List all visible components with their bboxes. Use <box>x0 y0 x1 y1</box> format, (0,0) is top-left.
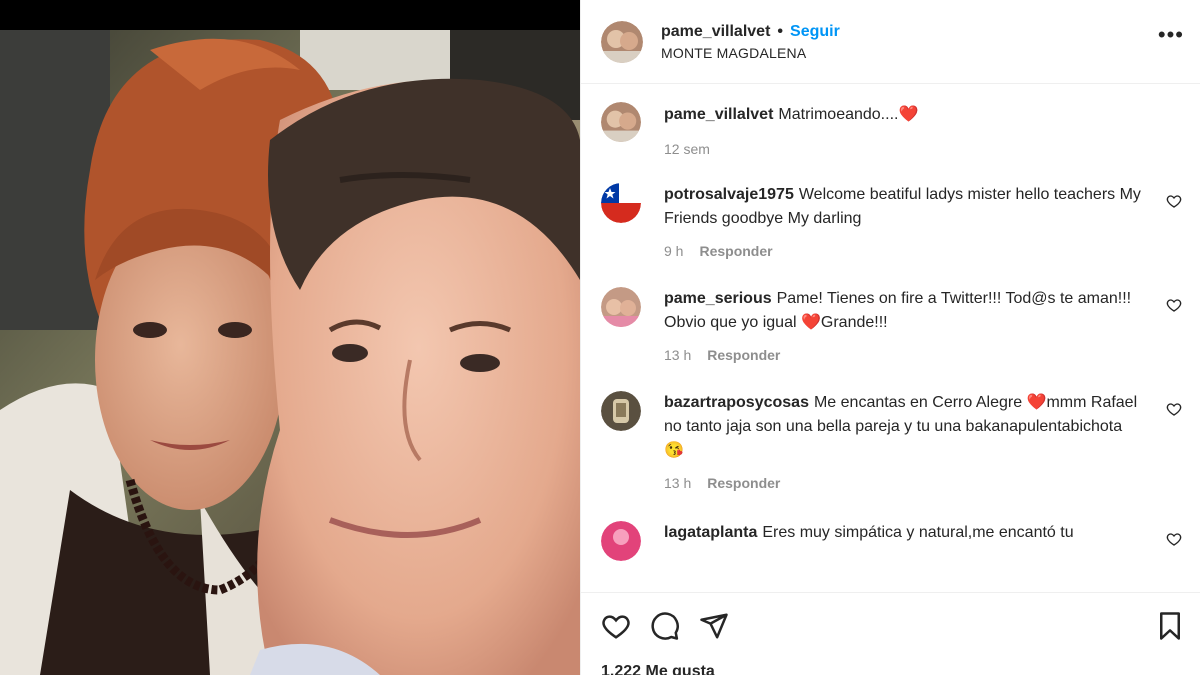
chile-flag-avatar-icon <box>601 183 641 223</box>
post-side-panel: pame_villalvet • Seguir MONTE MAGDALENA … <box>580 0 1200 675</box>
selfie-couple-illustration <box>0 30 580 675</box>
reply-button[interactable]: Responder <box>699 243 772 259</box>
post-location[interactable]: MONTE MAGDALENA <box>661 45 840 61</box>
like-comment-heart-icon[interactable] <box>1166 193 1182 214</box>
comment-text: Eres muy simpática y natural,me encantó … <box>762 524 1074 541</box>
heart-icon[interactable] <box>601 611 631 641</box>
more-options-icon[interactable]: ••• <box>1158 24 1184 46</box>
author-avatar[interactable] <box>601 20 643 63</box>
caption-text: Matrimoeando....❤️ <box>778 106 919 123</box>
commenter-avatar[interactable] <box>601 521 641 561</box>
bookmark-icon[interactable] <box>1157 611 1183 641</box>
comment-item: pame_serious Pame! Tienes on fire a Twitt… <box>601 287 1182 363</box>
send-icon[interactable] <box>699 611 729 641</box>
reply-button[interactable]: Responder <box>707 475 780 491</box>
comment-time[interactable]: 13 h <box>664 347 691 363</box>
caption-username[interactable]: pame_villalvet <box>664 106 773 123</box>
commenter-avatar[interactable] <box>601 287 641 327</box>
like-comment-heart-icon[interactable] <box>1166 531 1182 552</box>
instagram-post: pame_villalvet • Seguir MONTE MAGDALENA … <box>0 0 1200 675</box>
follow-button[interactable]: Seguir <box>790 23 840 41</box>
comment-username[interactable]: bazartraposycosas <box>664 394 809 411</box>
comment-item: lagataplanta Eres muy simpática y natural… <box>601 521 1182 561</box>
separator-dot: • <box>777 22 784 40</box>
comments-list[interactable]: pame_villalvet Matrimoeando....❤️ 12 sem <box>581 84 1200 592</box>
author-avatar[interactable] <box>601 102 641 142</box>
post-actions: 1.222 Me gusta <box>581 592 1200 675</box>
post-header: pame_villalvet • Seguir MONTE MAGDALENA … <box>581 0 1200 84</box>
post-photo[interactable] <box>0 0 580 675</box>
comment-item: potrosalvaje1975 Welcome beatiful ladys m… <box>601 183 1182 259</box>
reply-button[interactable]: Responder <box>707 347 780 363</box>
like-comment-heart-icon[interactable] <box>1166 297 1182 318</box>
caption: pame_villalvet Matrimoeando....❤️ 12 sem <box>601 102 1182 157</box>
comment-time[interactable]: 13 h <box>664 475 691 491</box>
comment-username[interactable]: potrosalvaje1975 <box>664 186 794 203</box>
comment-username[interactable]: lagataplanta <box>664 524 757 541</box>
comment-item: bazartraposycosas Me encantas en Cerro Al… <box>601 391 1182 491</box>
author-username[interactable]: pame_villalvet <box>661 23 770 41</box>
comment-icon[interactable] <box>650 611 680 641</box>
commenter-avatar[interactable] <box>601 391 641 431</box>
comment-username[interactable]: pame_serious <box>664 290 772 307</box>
comment-time[interactable]: 9 h <box>664 243 683 259</box>
likes-count[interactable]: 1.222 Me gusta <box>601 663 715 675</box>
commenter-avatar[interactable] <box>601 183 641 223</box>
caption-time[interactable]: 12 sem <box>664 141 710 157</box>
like-comment-heart-icon[interactable] <box>1166 401 1182 422</box>
photo-content <box>0 30 580 675</box>
